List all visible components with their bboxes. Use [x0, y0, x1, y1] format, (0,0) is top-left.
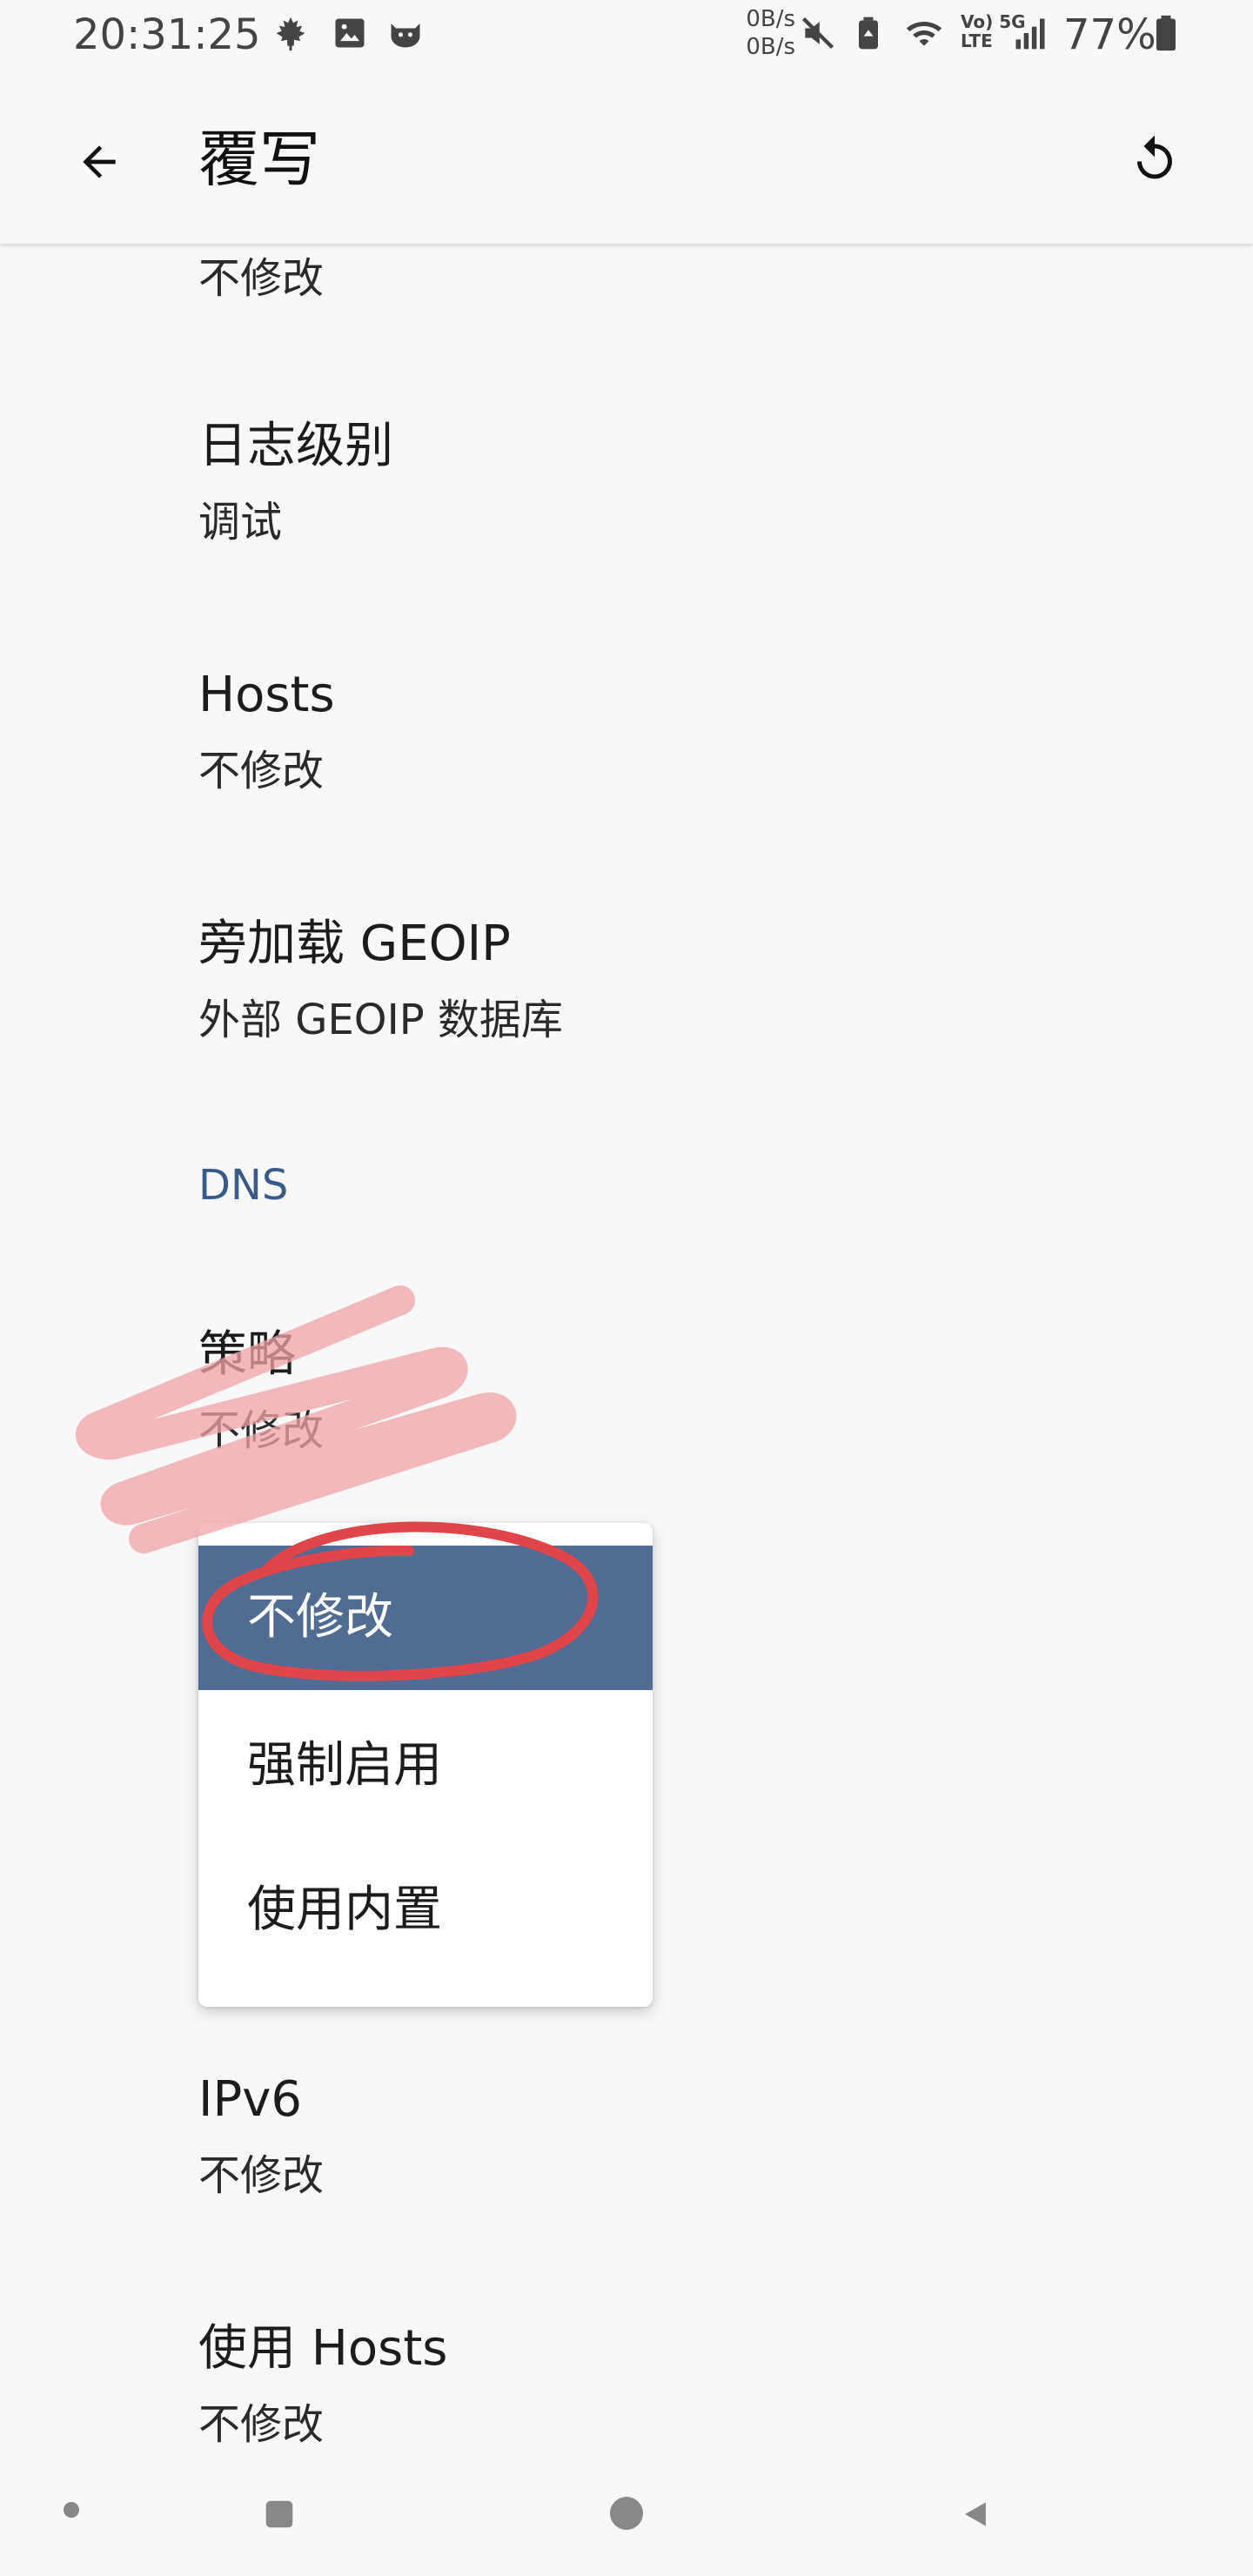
category-dns: DNS — [198, 1161, 289, 1210]
back-triangle-icon — [965, 2502, 986, 2526]
home-button[interactable] — [604, 2491, 649, 2536]
arrow-back-icon — [83, 145, 116, 178]
clash-cat-icon — [391, 23, 420, 48]
recent-apps-button[interactable] — [258, 2492, 301, 2536]
dot-icon — [64, 2502, 79, 2518]
net-up-speed: 0B/s — [746, 6, 795, 32]
settings-list: 不修改 日志级别 调试 Hosts 不修改 旁加载 GEOIP 外部 GEOIP… — [0, 0, 1253, 2576]
pref-hosts-summary: 不修改 — [198, 747, 325, 795]
home-icon — [610, 2497, 643, 2530]
image-icon — [335, 18, 365, 48]
pref-log-level-summary: 调试 — [198, 498, 283, 547]
net-down-speed: 0B/s — [746, 34, 795, 60]
pref-ipv6[interactable]: IPv6 不修改 — [198, 2070, 324, 2204]
wifi-icon — [906, 21, 942, 46]
battery-percent: 77% — [1063, 10, 1156, 59]
signal-icon — [1015, 18, 1045, 50]
pref-use-hosts-title: 使用 Hosts — [198, 2320, 448, 2377]
pref-hosts-title: Hosts — [198, 667, 335, 723]
maple-leaf-icon — [276, 17, 305, 51]
pref-ipv6-summary: 不修改 — [198, 2151, 325, 2200]
menu-item-use-builtin[interactable]: 使用内置 — [198, 1838, 653, 1982]
menu-item-force-enable[interactable]: 强制启用 — [198, 1694, 653, 1838]
pref-sideload-geoip[interactable]: 旁加载 GEOIP 外部 GEOIP 数据库 — [198, 914, 563, 1048]
navigation-bar — [0, 2454, 1253, 2576]
pref-strategy-summary: 不修改 — [198, 1406, 325, 1455]
pref-mode[interactable]: 不修改 — [198, 251, 324, 306]
page-title: 覆写 — [198, 124, 320, 195]
pref-sideload-geoip-summary: 外部 GEOIP 数据库 — [198, 996, 563, 1044]
strategy-popup-menu: 不修改 强制启用 使用内置 — [198, 1523, 653, 2007]
menu-item-no-modify[interactable]: 不修改 — [198, 1546, 653, 1690]
pref-hosts[interactable]: Hosts 不修改 — [198, 665, 335, 799]
status-bar: 20:31:25 0B/s 0B/s Vo) 5G LTE 77% — [0, 0, 1253, 75]
nav-dot-button[interactable] — [54, 2492, 89, 2527]
mute-icon — [801, 17, 834, 50]
pref-use-hosts[interactable]: 使用 Hosts 不修改 — [198, 2318, 447, 2452]
refresh-icon — [1137, 135, 1172, 179]
app-bar: 覆写 — [0, 75, 1253, 244]
recent-apps-icon — [265, 2500, 293, 2528]
pref-use-hosts-summary: 不修改 — [198, 2400, 325, 2449]
pref-strategy-title: 策略 — [198, 1326, 296, 1383]
reset-button[interactable] — [1119, 124, 1190, 195]
pref-sideload-geoip-title: 旁加载 GEOIP — [198, 916, 511, 972]
status-time: 20:31:25 — [73, 10, 261, 59]
battery-icon — [1156, 15, 1176, 51]
pref-strategy[interactable]: 策略 不修改 — [198, 1325, 324, 1459]
pref-log-level[interactable]: 日志级别 调试 — [198, 416, 393, 550]
network-speed: 0B/s 0B/s — [733, 5, 795, 61]
pref-log-level-title: 日志级别 — [198, 418, 393, 474]
pref-ipv6-title: IPv6 — [198, 2071, 303, 2128]
pref-mode-summary: 不修改 — [198, 254, 325, 303]
back-nav-button[interactable] — [954, 2492, 997, 2536]
battery-saver-icon — [859, 17, 878, 50]
back-button[interactable] — [64, 127, 134, 197]
